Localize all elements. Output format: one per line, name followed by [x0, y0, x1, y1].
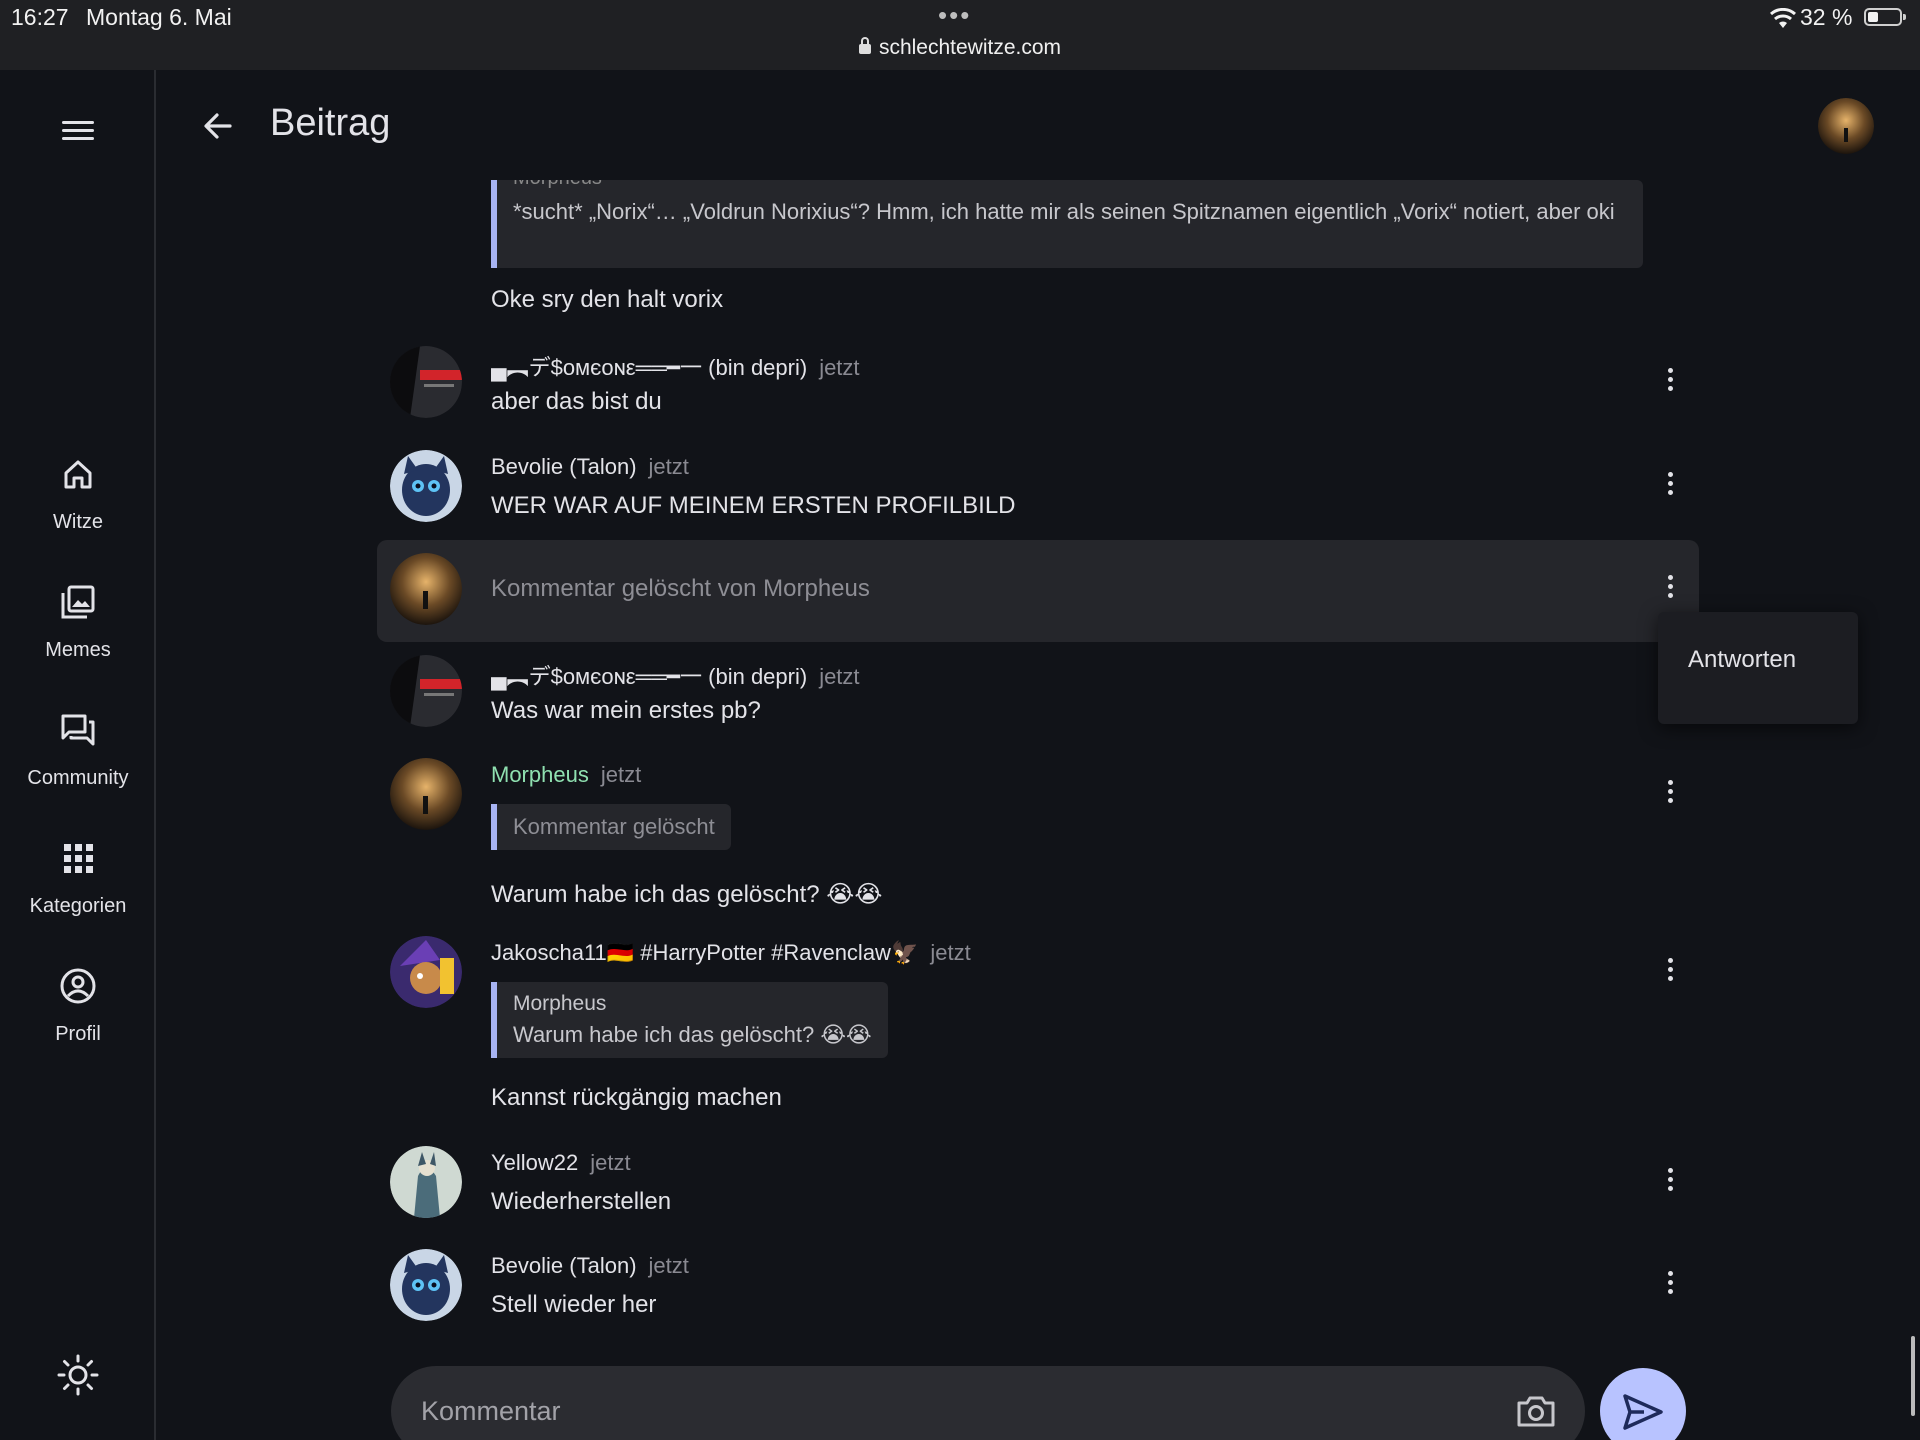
send-icon: [1623, 1394, 1663, 1430]
comment-author[interactable]: Yellow22: [491, 1150, 578, 1175]
more-vert-icon[interactable]: [1658, 1164, 1682, 1200]
comment-author[interactable]: Bevolie (Talon): [491, 454, 637, 479]
battery-icon: [1864, 8, 1906, 26]
multitasking-dots[interactable]: •••: [938, 0, 971, 31]
reply-menu-item[interactable]: Antworten: [1688, 646, 1796, 674]
avatar[interactable]: [390, 758, 462, 830]
comment-author[interactable]: ▄︻デ$ᴏмєᴏɴε══━一 (bin depri): [491, 355, 807, 380]
page-title: Beitrag: [270, 102, 391, 144]
comment-text: aber das bist du: [491, 388, 662, 415]
sidebar-item-community[interactable]: Community: [0, 710, 156, 790]
comment-author[interactable]: Jakoscha11🇩🇪 #HarryPotter #Ravenclaw🦅: [491, 940, 918, 965]
more-vert-icon[interactable]: [1658, 954, 1682, 990]
comment-time: jetzt: [648, 454, 689, 479]
comment-input-placeholder[interactable]: Kommentar: [421, 1396, 561, 1427]
app-header: Beitrag: [158, 70, 1920, 180]
deleted-comment-text: Kommentar gelöscht von Morpheus: [491, 575, 870, 602]
comment-time: jetzt: [590, 1150, 631, 1175]
comment-text: Oke sry den halt vorix: [491, 286, 724, 313]
sidebar-item-profil[interactable]: Profil: [0, 966, 156, 1046]
camera-icon[interactable]: [1516, 1394, 1556, 1428]
quote-text: Kommentar gelöscht: [513, 814, 715, 839]
quote-text: *sucht* „Norix“… „Voldrun Norixius“? Hmm…: [513, 199, 1615, 224]
date: Montag 6. Mai: [86, 4, 232, 30]
comment-time: jetzt: [930, 940, 971, 965]
comment-text: Stell wieder her: [491, 1291, 657, 1318]
comment-time: jetzt: [648, 1253, 689, 1278]
more-vert-icon[interactable]: [1658, 1267, 1682, 1303]
clock: 16:27: [11, 4, 69, 30]
quoted-comment: Kommentar gelöscht: [491, 804, 731, 850]
comment-composer[interactable]: Kommentar: [391, 1366, 1585, 1440]
send-button[interactable]: [1600, 1368, 1686, 1440]
comment-author[interactable]: ▄︻デ$ᴏмєᴏɴε══━一 (bin depri): [491, 664, 807, 689]
comment-text: WER WAR AUF MEINEM ERSTEN PROFILBILD: [491, 492, 1016, 519]
more-vert-icon[interactable]: [1658, 776, 1682, 812]
home-icon: [64, 460, 92, 489]
comment-time: jetzt: [819, 355, 860, 380]
sidebar-item-label: Memes: [45, 639, 111, 661]
sidebar-item-label: Kategorien: [29, 895, 127, 917]
avatar[interactable]: [390, 936, 462, 1008]
url-text: schlechtewitze.com: [878, 36, 1062, 59]
quote-text: Warum habe ich das gelöscht? 😭😭: [513, 1022, 872, 1047]
sidebar-item-label: Witze: [53, 511, 103, 533]
context-menu: Antworten: [1658, 612, 1858, 724]
more-vert-icon[interactable]: [1658, 364, 1682, 400]
comment-time: jetzt: [600, 762, 642, 787]
more-vert-icon[interactable]: [1658, 468, 1682, 504]
comment-text: Kannst rückgängig machen: [491, 1084, 782, 1111]
sidebar-item-kategorien[interactable]: Kategorien: [0, 838, 156, 918]
avatar[interactable]: [390, 553, 462, 625]
menu-icon[interactable]: [58, 116, 98, 150]
quoted-comment: Morpheus *sucht* „Norix“… „Voldrun Norix…: [491, 180, 1643, 268]
quoted-comment: Morpheus Warum habe ich das gelöscht? 😭😭: [491, 982, 888, 1058]
back-arrow-icon[interactable]: [200, 108, 236, 144]
wifi-icon: [1770, 8, 1796, 28]
address-bar[interactable]: schlechtewitze.com: [0, 36, 1920, 60]
theme-toggle-sun-icon[interactable]: [56, 1353, 100, 1397]
more-vert-icon[interactable]: [1658, 571, 1682, 607]
sidebar: Witze Memes Community Kategorien Profil: [0, 70, 156, 1440]
images-icon: [61, 585, 95, 619]
avatar[interactable]: [390, 450, 462, 522]
comment-thread: Morpheus *sucht* „Norix“… „Voldrun Norix…: [158, 180, 1920, 1340]
profile-icon: [60, 968, 96, 1004]
comment-text: Wiederherstellen: [491, 1188, 672, 1215]
comment-text: Was war mein erstes pb?: [491, 697, 761, 724]
comment-text: Warum habe ich das gelöscht? 😭😭: [491, 881, 883, 908]
quote-author: Morpheus: [513, 992, 607, 1015]
sidebar-item-witze[interactable]: Witze: [0, 454, 156, 534]
avatar[interactable]: [390, 1146, 462, 1218]
avatar[interactable]: [390, 346, 462, 418]
sidebar-item-label: Community: [27, 767, 129, 789]
battery-percentage: 32 %: [1800, 4, 1853, 30]
scrollbar[interactable]: [1911, 1336, 1915, 1416]
comment-time: jetzt: [819, 664, 860, 689]
lock-icon: [858, 37, 871, 54]
sidebar-item-label: Profil: [55, 1023, 101, 1045]
status-bar: 16:27 Montag 6. Mai ••• schlechtewitze.c…: [0, 0, 1920, 70]
grid-icon: [64, 844, 93, 873]
avatar[interactable]: [390, 1249, 462, 1321]
avatar[interactable]: [390, 655, 462, 727]
sidebar-item-memes[interactable]: Memes: [0, 582, 156, 662]
comment-author[interactable]: Morpheus: [491, 762, 589, 787]
user-avatar[interactable]: [1818, 98, 1874, 154]
comment-author[interactable]: Bevolie (Talon): [491, 1253, 637, 1278]
forum-icon: [61, 714, 95, 746]
